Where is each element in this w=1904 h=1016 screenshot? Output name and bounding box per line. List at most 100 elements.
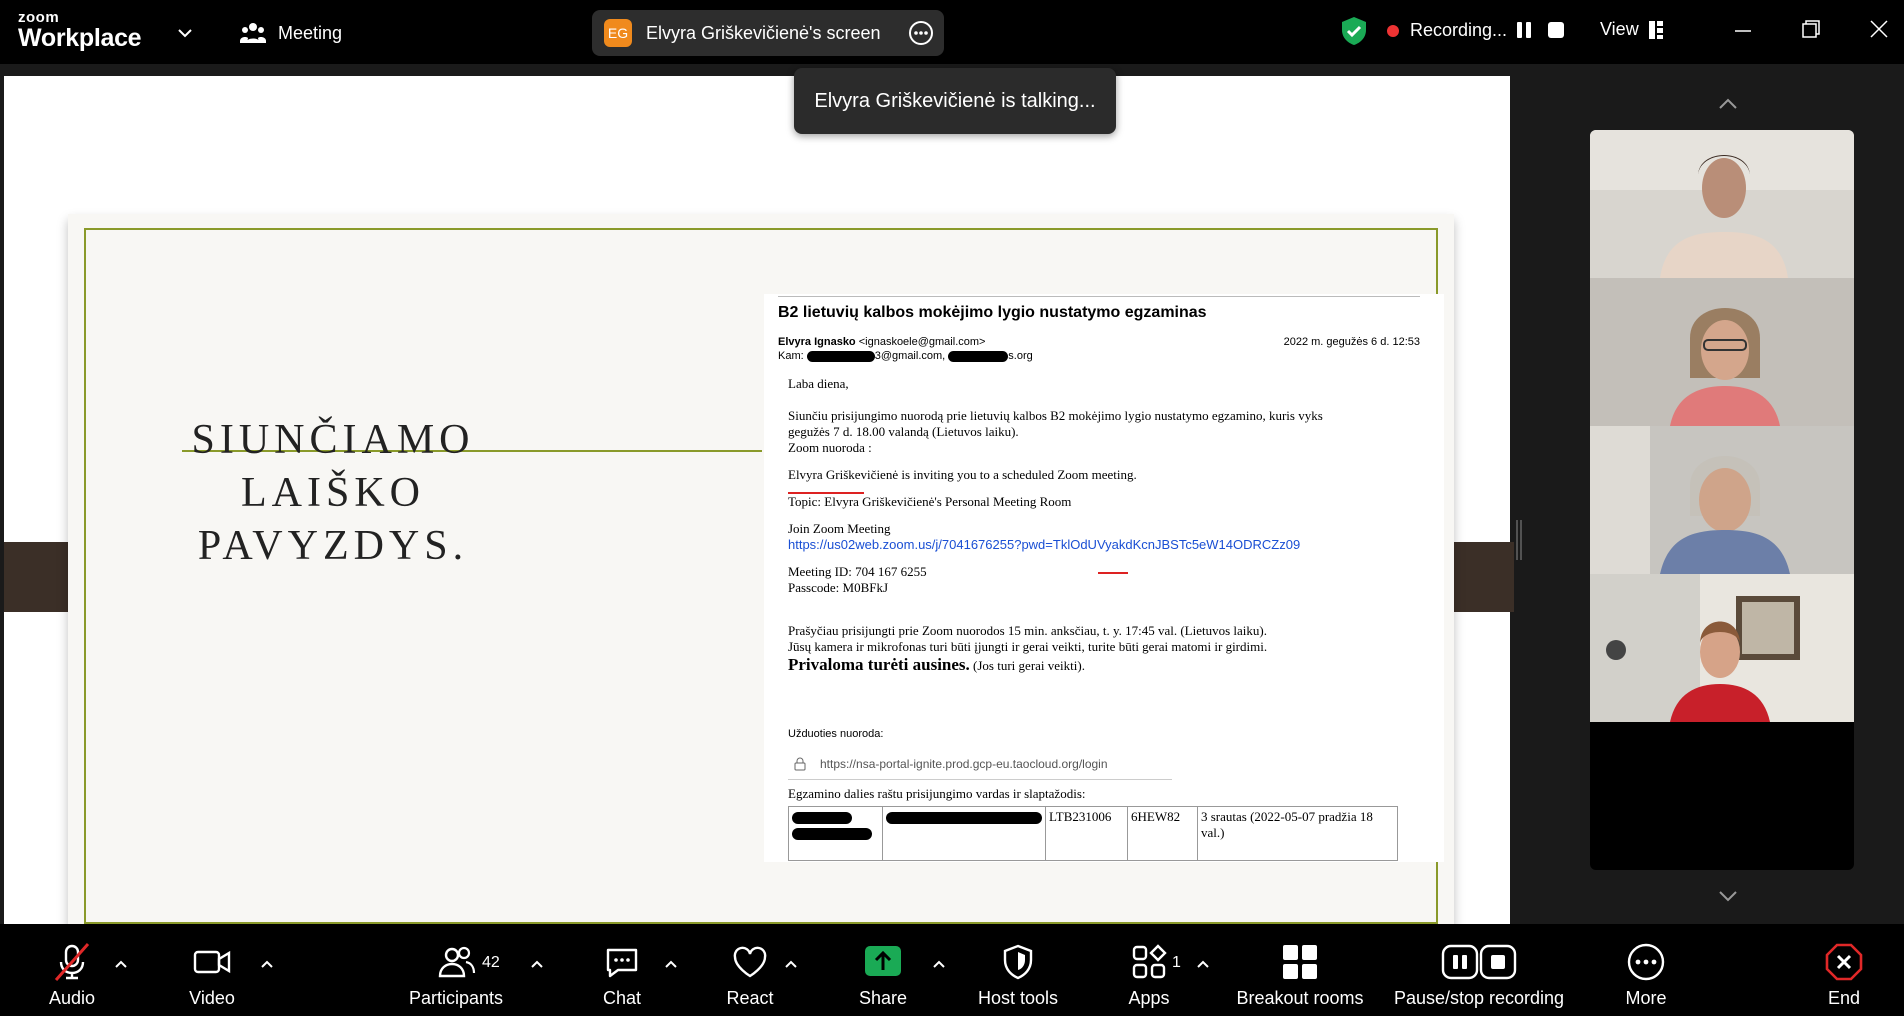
pause-icon[interactable] [1512,18,1536,42]
chevron-up-icon[interactable] [1714,94,1742,114]
meeting-label: Meeting [278,22,343,43]
meeting-icon [240,23,266,43]
view-grid-icon[interactable] [1648,20,1664,40]
zoom-app-window: zoom Workplace Meeting EG Elvyra Griškev… [0,0,1904,1016]
host-tools-button[interactable]: Host tools [970,924,1066,1016]
react-label: React [726,988,774,1008]
maximize-icon[interactable] [1800,18,1822,40]
pause-stop-icon [1441,944,1517,980]
zoom-workplace-logo: zoom Workplace [18,9,142,51]
participant-video-tile[interactable] [1590,278,1854,426]
screen-share-indicator[interactable]: EG Elvyra Griškevičienė's screen [592,10,944,56]
red-underline-annotation [1098,572,1128,574]
video-button[interactable]: Video [184,924,240,1016]
chat-label: Chat [602,988,642,1008]
more-dots-icon [1627,943,1665,981]
view-label[interactable]: View [1600,19,1639,40]
more-label: More [1625,988,1667,1008]
audio-label: Audio [48,988,96,1008]
credentials-table: LTB231006 6HEW82 3 srautas (2022-05-07 p… [788,806,1398,861]
video-label: Video [189,988,235,1008]
chat-button[interactable]: Chat [596,924,648,1016]
chevron-up-icon[interactable] [114,958,128,970]
breakout-icon-wrap [1278,942,1322,982]
chat-icon [606,948,638,978]
apps-button[interactable]: Apps [1124,924,1174,1016]
shield-check-icon[interactable] [1340,16,1368,46]
email-passcode: Passcode: M0BFkJ [788,580,889,595]
participant-video-tile[interactable] [1590,130,1854,278]
resize-handle[interactable] [1516,520,1522,560]
logo-zoom-text: zoom [18,9,60,26]
chevron-up-icon[interactable] [260,958,274,970]
redaction [792,828,872,841]
table-cell: LTB231006 [1045,806,1128,861]
video-icon [193,950,231,974]
react-button[interactable]: React [722,924,778,1016]
more-icon[interactable] [908,20,934,46]
host-shield-icon [1003,944,1033,980]
task-url-bar: https://nsa-portal-ignite.prod.gcp-eu.ta… [788,748,1172,780]
redaction [886,812,1042,825]
more-button[interactable]: More [1620,924,1672,1016]
email-from: Elvyra Ignasko <ignaskoele@gmail.com> [778,336,985,348]
host-tools-icon-wrap [996,942,1040,982]
meeting-menu-button[interactable]: Meeting [240,18,342,48]
apps-icon-wrap [1127,942,1171,982]
more-icon-wrap [1624,942,1668,982]
table-cell [882,806,1046,861]
participants-icon [438,946,476,978]
task-link-label: Užduoties nuoroda: [788,728,884,740]
pause-stop-recording-button[interactable]: Pause/stop recording [1388,924,1570,1016]
participant-video-tile[interactable] [1590,426,1854,574]
table-cell [788,806,883,861]
end-icon-wrap [1822,942,1866,982]
email-paragraph-line: Siunčiu prisijungimo nuorodą prie lietuv… [788,408,1323,423]
zoom-join-link[interactable]: https://us02web.zoom.us/j/7041676255?pwd… [788,537,1408,553]
chevron-up-icon[interactable] [530,958,544,970]
email-to-label: Kam: [778,350,804,362]
video-icon-wrap [190,942,234,982]
chevron-up-icon[interactable] [932,958,946,970]
email-must-note: (Jos turi gerai veikti). [973,658,1085,673]
mic-muted-icon [54,943,90,981]
chevron-down-icon[interactable] [1714,886,1742,906]
breakout-rooms-button[interactable]: Breakout rooms [1232,924,1368,1016]
slide-title-line: LAIŠKO [241,470,425,516]
exam-credentials-label: Egzamino dalies raštu prisijungimo varda… [788,786,1086,801]
gallery-column [1590,130,1854,870]
video-gallery [1580,76,1878,924]
close-icon[interactable] [1868,18,1890,40]
email-paragraph-line: Zoom nuoroda : [788,440,872,455]
breakout-icon [1283,945,1317,979]
email-to-part2: s.org [1008,350,1033,362]
task-url: https://nsa-portal-ignite.prod.gcp-eu.ta… [820,756,1108,771]
chevron-up-icon[interactable] [664,958,678,970]
stop-icon[interactable] [1544,18,1568,42]
chevron-up-icon[interactable] [1196,958,1210,970]
slide-title-line: SIUNČIAMO [191,417,475,463]
email-screenshot: B2 lietuvių kalbos mokėjimo lygio nustat… [764,294,1444,862]
share-button[interactable]: Share [856,924,910,1016]
email-from-name: Elvyra Ignasko [778,336,856,348]
react-icon-wrap [728,942,772,982]
email-divider [778,296,1420,297]
minimize-icon[interactable] [1732,20,1754,42]
end-label: End [1827,988,1861,1008]
end-meeting-button[interactable]: End [1822,924,1866,1016]
participant-video-tile[interactable] [1590,574,1854,722]
table-row: LTB231006 6HEW82 3 srautas (2022-05-07 p… [788,806,1398,861]
email-paragraph-line: Jūsų kamera ir mikrofonas turi būti įjun… [788,639,1268,654]
chat-icon-wrap [600,942,644,982]
email-paragraph-line: Prašyčiau prisijungti prie Zoom nuorodos… [788,623,1268,638]
audio-button[interactable]: Audio [44,924,100,1016]
chevron-down-icon[interactable] [176,24,194,42]
title-bar: zoom Workplace Meeting EG Elvyra Griškev… [0,0,1904,64]
red-underline-annotation [788,492,864,494]
avatar: EG [604,19,632,47]
email-paragraph-line: gegužės 7 d. 18.00 valandą (Lietuvos lai… [788,424,1019,439]
chevron-up-icon[interactable] [784,958,798,970]
email-join-label: Join Zoom Meeting [788,521,891,536]
email-body: Laba diena, Siunčiu prisijungimo nuorodą… [788,376,1408,674]
apps-icon [1132,944,1167,979]
